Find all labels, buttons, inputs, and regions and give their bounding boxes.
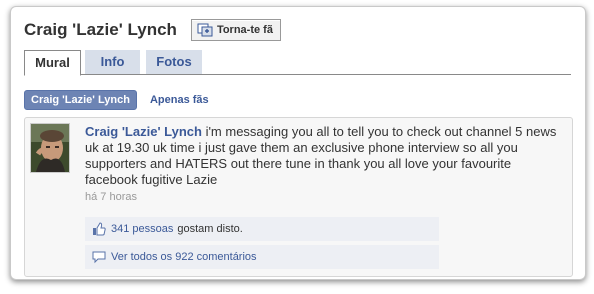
filter-fans-only[interactable]: Apenas fãs [150, 94, 209, 106]
likes-count-link[interactable]: 341 pessoas [111, 223, 173, 235]
page-header: Craig 'Lazie' Lynch Torna-te fã [24, 19, 281, 41]
comments-bar: Ver todos os 922 comentários [85, 245, 439, 269]
profile-tabs: Mural Info Fotos [24, 50, 571, 76]
fan-page-icon [197, 23, 213, 37]
view-all-comments-link[interactable]: Ver todos os 922 comentários [111, 251, 257, 263]
post-message: Craig 'Lazie' Lynch i'm messaging you al… [85, 124, 565, 188]
post-timestamp[interactable]: há 7 horas [85, 191, 137, 203]
thumbs-up-icon [93, 222, 106, 236]
wall-filters: Craig 'Lazie' Lynch Apenas fãs [24, 90, 209, 110]
avatar-image [31, 124, 69, 172]
avatar[interactable] [30, 123, 70, 173]
post-author-link[interactable]: Craig 'Lazie' Lynch [85, 124, 202, 139]
become-fan-button[interactable]: Torna-te fã [190, 19, 281, 41]
become-fan-label: Torna-te fã [216, 24, 273, 36]
page-title: Craig 'Lazie' Lynch [24, 20, 177, 39]
wall-post: Craig 'Lazie' Lynch i'm messaging you al… [24, 117, 573, 277]
tab-mural[interactable]: Mural [24, 50, 81, 76]
comment-bubble-icon [92, 251, 106, 264]
likes-suffix: gostam disto. [177, 223, 243, 235]
filter-page-posts[interactable]: Craig 'Lazie' Lynch [24, 90, 137, 110]
profile-panel: Craig 'Lazie' Lynch Torna-te fã Mural In… [10, 6, 586, 280]
tab-fotos[interactable]: Fotos [146, 50, 202, 74]
tab-info[interactable]: Info [85, 50, 140, 74]
likes-bar: 341 pessoas gostam disto. [85, 217, 439, 241]
